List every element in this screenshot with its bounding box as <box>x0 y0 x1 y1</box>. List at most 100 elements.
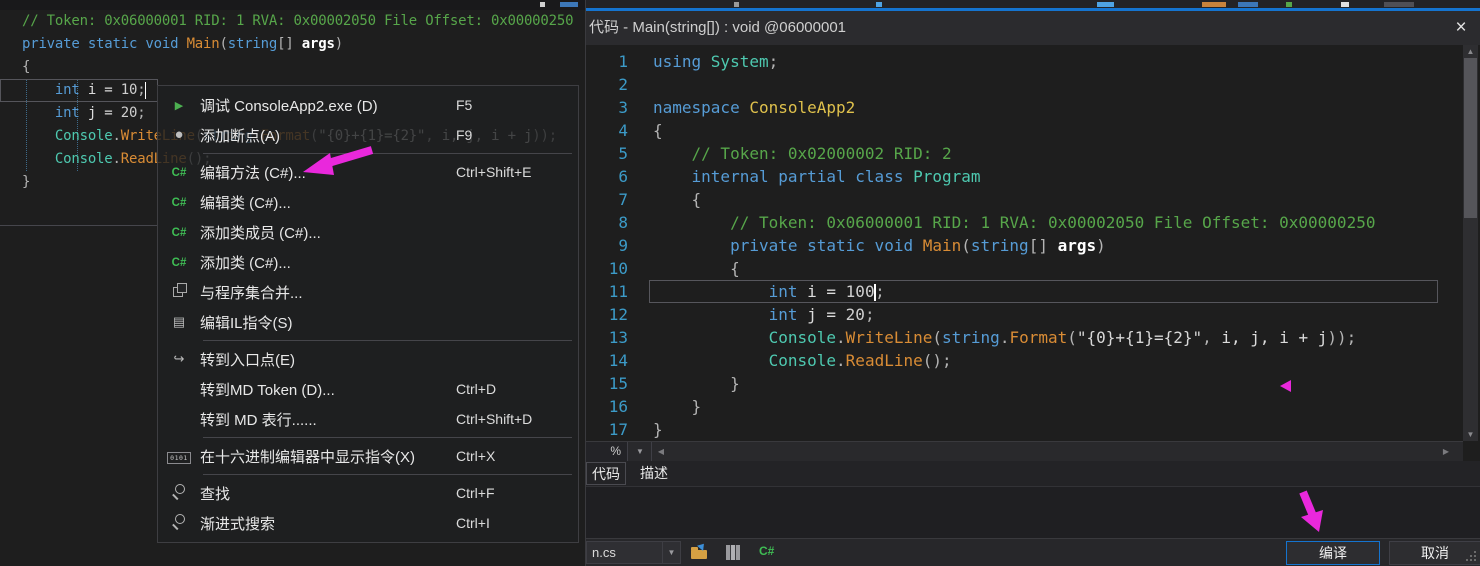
menu-item[interactable]: 转到 MD 表行...... Ctrl+Shift+D <box>158 404 578 434</box>
menu-item[interactable]: C# 添加类 (C#)... <box>158 247 578 277</box>
code-line: 14 Console.ReadLine(); <box>586 349 1463 372</box>
line-number: 3 <box>618 98 628 117</box>
code-line: 1 using System; <box>586 50 1463 73</box>
csharp-icon: C# <box>171 197 187 209</box>
menu-separator <box>203 153 572 154</box>
code-line: 5 // Token: 0x02000002 RID: 2 <box>586 142 1463 165</box>
line-number: 14 <box>608 351 628 370</box>
background-window-strip <box>586 0 1480 8</box>
menu-item-label: 添加断点(A) <box>200 127 280 145</box>
line-number: 6 <box>618 167 628 186</box>
menu-item-shortcut: Ctrl+F <box>456 485 495 501</box>
merge-assembly-icon <box>172 282 187 297</box>
menu-item-label: 编辑IL指令(S) <box>200 314 293 332</box>
code-line: 7 { <box>586 188 1463 211</box>
add-document-icon[interactable] <box>691 541 709 560</box>
decompiler-pane: // Token: 0x06000001 RID: 1 RVA: 0x00002… <box>0 0 585 566</box>
menu-item-shortcut: Ctrl+Shift+D <box>456 411 533 427</box>
menu-item[interactable]: 0101 在十六进制编辑器中显示指令(X) Ctrl+X <box>158 441 578 471</box>
line-number: 5 <box>618 144 628 163</box>
background-window-fragment <box>540 2 545 7</box>
background-window-fragment <box>1097 2 1114 7</box>
menu-item[interactable]: ▤ 编辑IL指令(S) <box>158 307 578 337</box>
background-window-fragment <box>1286 2 1292 7</box>
menu-separator <box>203 437 572 438</box>
menu-item-shortcut: F9 <box>456 127 473 143</box>
file-select-combobox[interactable]: n.cs ▼ <box>586 541 681 564</box>
code-line: 17} <box>586 418 1463 441</box>
menu-item-label: 渐进式搜索 <box>200 515 276 533</box>
code-line: 11 int i = 100; <box>586 280 1463 303</box>
background-window-fragment <box>876 2 882 7</box>
code-line: // Token: 0x06000001 RID: 1 RVA: 0x00002… <box>22 13 574 29</box>
code-line: 9 private static void Main(string[] args… <box>586 234 1463 257</box>
tab-code[interactable]: 代码 <box>586 462 626 485</box>
menu-separator <box>203 474 572 475</box>
code-line: 8 // Token: 0x06000001 RID: 1 RVA: 0x000… <box>586 211 1463 234</box>
background-window-fragment <box>734 2 739 7</box>
menu-item-label: 添加类 (C#)... <box>200 254 291 272</box>
background-window-fragment <box>1384 2 1414 7</box>
menu-item[interactable]: 转到MD Token (D)... Ctrl+D <box>158 374 578 404</box>
line-number: 2 <box>618 75 628 94</box>
menu-item-shortcut: Ctrl+X <box>456 448 496 464</box>
code-line: 12 int j = 20; <box>586 303 1463 326</box>
background-window-fragment <box>1202 2 1226 7</box>
scroll-up-icon[interactable]: ▲ <box>1463 45 1478 58</box>
edit-code-dialog: 代码 - Main(string[]) : void @06000001 × 1… <box>585 0 1480 566</box>
scroll-right-icon[interactable]: ▶ <box>1438 442 1454 461</box>
menu-item[interactable]: C# 编辑类 (C#)... <box>158 187 578 217</box>
csharp-icon[interactable]: C# <box>759 544 774 558</box>
close-icon[interactable]: × <box>1447 15 1475 41</box>
dialog-title: 代码 - Main(string[]) : void @06000001 <box>589 19 846 36</box>
code-line: 3 namespace ConsoleApp2 <box>586 96 1463 119</box>
menu-item[interactable]: C# 编辑方法 (C#)... Ctrl+Shift+E <box>158 157 578 187</box>
menu-item-label: 查找 <box>200 485 231 503</box>
line-number: 7 <box>618 190 628 209</box>
compile-button[interactable]: 编译 <box>1286 541 1380 565</box>
code-line: { <box>22 59 31 75</box>
menu-item-shortcut: Ctrl+Shift+E <box>456 164 532 180</box>
menu-item[interactable]: 与程序集合并... <box>158 277 578 307</box>
menu-separator <box>203 340 572 341</box>
csharp-icon: C# <box>171 257 187 269</box>
line-number: 9 <box>618 236 628 255</box>
menu-item[interactable]: ↪ 转到入口点(E) <box>158 344 578 374</box>
csharp-icon: C# <box>171 167 187 179</box>
edit-code-editor[interactable]: 1 using System; 2 3 namespace ConsoleApp2 4{5… <box>586 50 1463 441</box>
menu-item[interactable]: 查找 Ctrl+F <box>158 478 578 508</box>
background-window-fragment <box>1341 2 1349 7</box>
search-icon <box>172 513 187 528</box>
code-line: 15 } <box>586 372 1463 395</box>
annotation-triangle-icon <box>1280 380 1291 392</box>
breakpoint-icon: ● <box>174 126 184 143</box>
menu-item-label: 转到MD Token (D)... <box>200 381 335 399</box>
menu-item[interactable]: 渐进式搜索 Ctrl+I <box>158 508 578 538</box>
zoom-dropdown-icon[interactable]: ▼ <box>629 442 652 461</box>
description-panel <box>586 487 1480 538</box>
menu-item[interactable]: C# 添加类成员 (C#)... <box>158 217 578 247</box>
scroll-down-icon[interactable]: ▼ <box>1463 428 1478 441</box>
resize-grip[interactable] <box>1466 551 1478 563</box>
dialog-title-bar: 代码 - Main(string[]) : void @06000001 × <box>586 11 1480 45</box>
tab-description[interactable]: 描述 <box>632 462 676 485</box>
chevron-down-icon: ▼ <box>662 542 680 563</box>
line-number: 15 <box>608 374 628 393</box>
dnspy-app: // Token: 0x06000001 RID: 1 RVA: 0x00002… <box>0 0 1480 566</box>
debug-play-icon: ▶ <box>174 100 184 112</box>
horizontal-scrollbar-row: % ▼ ◀ ▶ <box>586 441 1463 461</box>
assembly-references-icon[interactable] <box>726 545 743 560</box>
background-window-strip <box>0 0 585 10</box>
menu-item[interactable]: ● 添加断点(A) F9 <box>158 120 578 150</box>
vertical-scrollbar[interactable]: ▲ ▼ <box>1463 45 1478 441</box>
scrollbar-thumb[interactable] <box>1464 58 1477 218</box>
menu-item[interactable]: ▶ 调试 ConsoleApp2.exe (D) F5 <box>158 90 578 120</box>
menu-item-label: 转到入口点(E) <box>200 351 295 369</box>
menu-item-label: 转到 MD 表行...... <box>200 411 317 429</box>
scroll-left-icon[interactable]: ◀ <box>653 442 669 461</box>
file-select-value: n.cs <box>592 545 616 560</box>
line-number: 16 <box>608 397 628 416</box>
zoom-level-box[interactable]: % <box>586 442 628 461</box>
line-number: 4 <box>618 121 628 140</box>
line-number: 10 <box>608 259 628 278</box>
